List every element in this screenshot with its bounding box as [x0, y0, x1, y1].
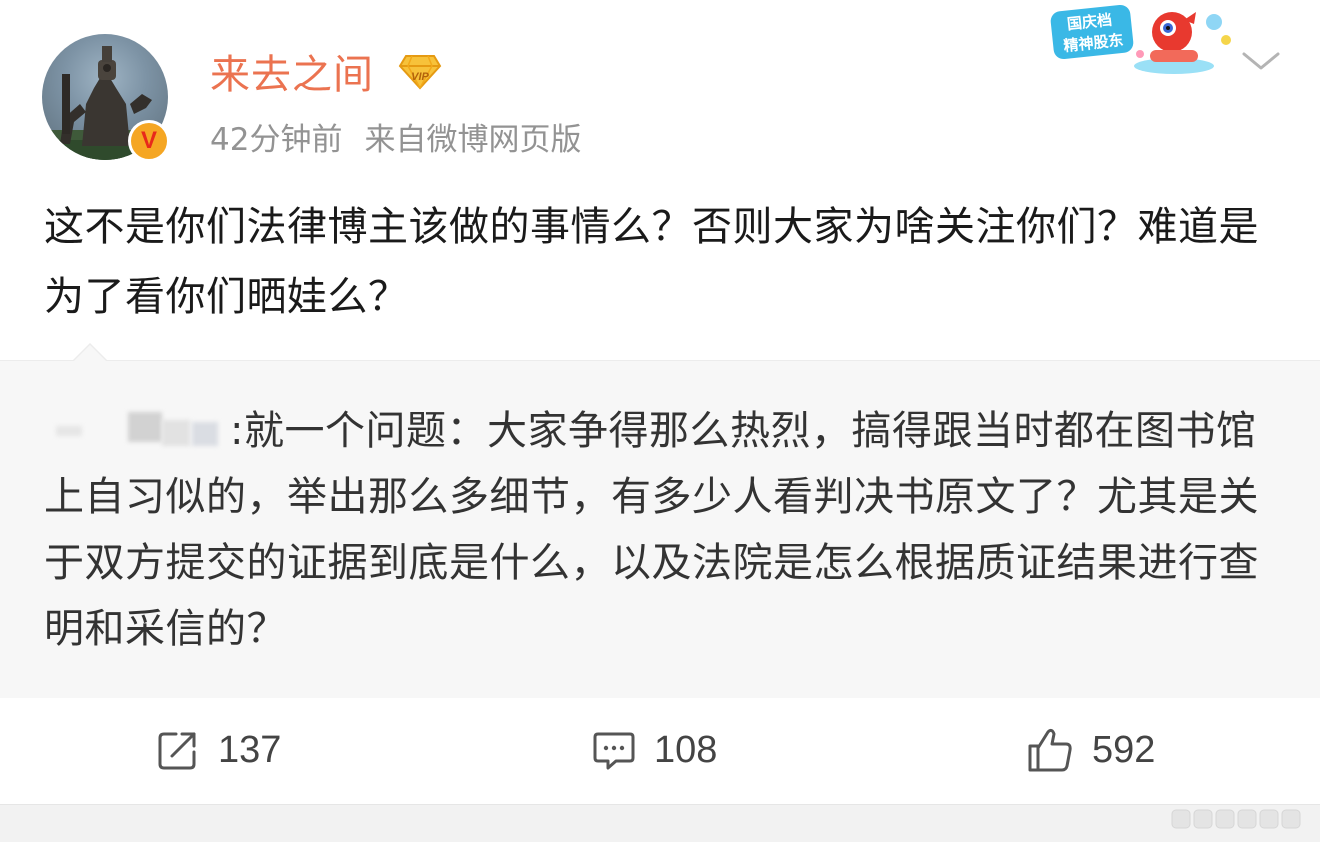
holiday-promo-badge[interactable]: 国庆档 精神股东 — [1044, 0, 1240, 78]
repost-count: 137 — [218, 728, 282, 771]
post-source: 来自微博网页版 — [364, 122, 582, 158]
verified-badge-icon: V — [128, 120, 170, 162]
comment-count: 108 — [654, 728, 718, 771]
like-button[interactable]: 592 — [1026, 724, 1155, 776]
watermark-logo — [1166, 806, 1310, 832]
post-header: V 来去之间 VIP 42分钟前 来自微博网页版 国庆档 精神股东 — [0, 0, 1320, 180]
repost-button[interactable]: 137 — [156, 724, 281, 776]
share-edit-icon — [158, 732, 196, 770]
comment-button[interactable]: 108 — [592, 724, 717, 776]
action-bar: 137 108 592 — [0, 698, 1320, 804]
post-meta: 42分钟前 来自微博网页版 — [210, 114, 603, 159]
repost-body: :就一个问题：大家争得那么热烈，搞得跟当时都在图书馆上自习似的，举出那么多细节，… — [44, 398, 1284, 662]
author-avatar[interactable]: V — [42, 34, 170, 162]
repost-pointer-inner — [73, 345, 107, 362]
comment-bubble-icon — [593, 732, 635, 770]
bottom-divider-strip — [0, 804, 1320, 842]
vip-label: VIP — [411, 71, 429, 83]
author-name[interactable]: 来去之间 — [210, 42, 374, 100]
blurred-original-author[interactable] — [44, 408, 230, 450]
chevron-down-icon[interactable] — [1238, 44, 1284, 76]
post-time[interactable]: 42分钟前 — [210, 122, 342, 158]
vip-diamond-icon[interactable]: VIP — [398, 50, 442, 90]
post-body-text: 这不是你们法律博主该做的事情么？否则大家为啥关注你们？难道是为了看你们晒娃么？ — [44, 204, 1259, 320]
like-count: 592 — [1092, 728, 1156, 771]
thumbs-up-icon — [1028, 728, 1072, 772]
